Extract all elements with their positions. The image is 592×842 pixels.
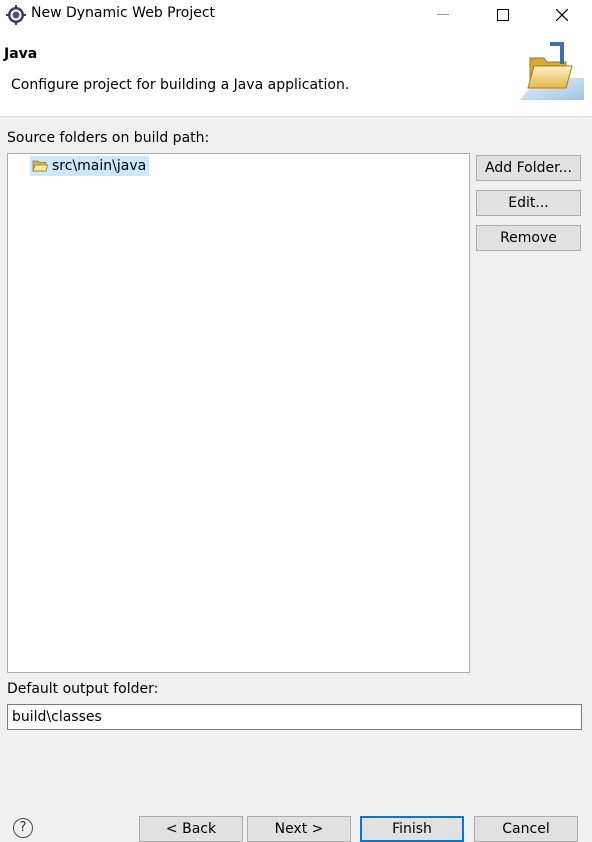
maximize-button[interactable] <box>474 0 532 30</box>
list-item-label: src\main\java <box>52 158 147 174</box>
window-title: New Dynamic Web Project <box>31 5 216 21</box>
close-button[interactable] <box>533 0 591 30</box>
source-folders-label: Source folders on build path: <box>7 130 210 146</box>
edit-button[interactable]: Edit... <box>476 190 581 216</box>
close-icon <box>556 9 568 21</box>
window-title-bar: New Dynamic Web Project <box>0 0 592 30</box>
help-icon[interactable]: ? <box>13 818 33 838</box>
page-title: Java <box>4 46 38 62</box>
minimize-icon <box>437 14 449 15</box>
cancel-button[interactable]: Cancel <box>474 816 578 842</box>
next-button[interactable]: Next > <box>247 816 351 842</box>
add-folder-button[interactable]: Add Folder... <box>476 155 581 181</box>
list-item-src-main-java[interactable]: src\main\java <box>30 156 150 176</box>
back-button[interactable]: < Back <box>139 816 243 842</box>
output-folder-label: Default output folder: <box>7 681 159 697</box>
minimize-button[interactable] <box>414 0 472 30</box>
page-description: Configure project for building a Java ap… <box>11 77 350 93</box>
folder-banner-icon <box>520 42 584 100</box>
remove-button[interactable]: Remove <box>476 225 581 251</box>
output-folder-field[interactable]: build\classes <box>7 704 582 730</box>
wizard-header: Java Configure project for building a Ja… <box>0 30 592 117</box>
source-folder-icon <box>32 160 48 172</box>
finish-button[interactable]: Finish <box>360 816 464 842</box>
eclipse-gear-icon <box>6 5 26 25</box>
source-folders-list[interactable]: src\main\java <box>7 153 470 673</box>
maximize-icon <box>497 9 509 21</box>
